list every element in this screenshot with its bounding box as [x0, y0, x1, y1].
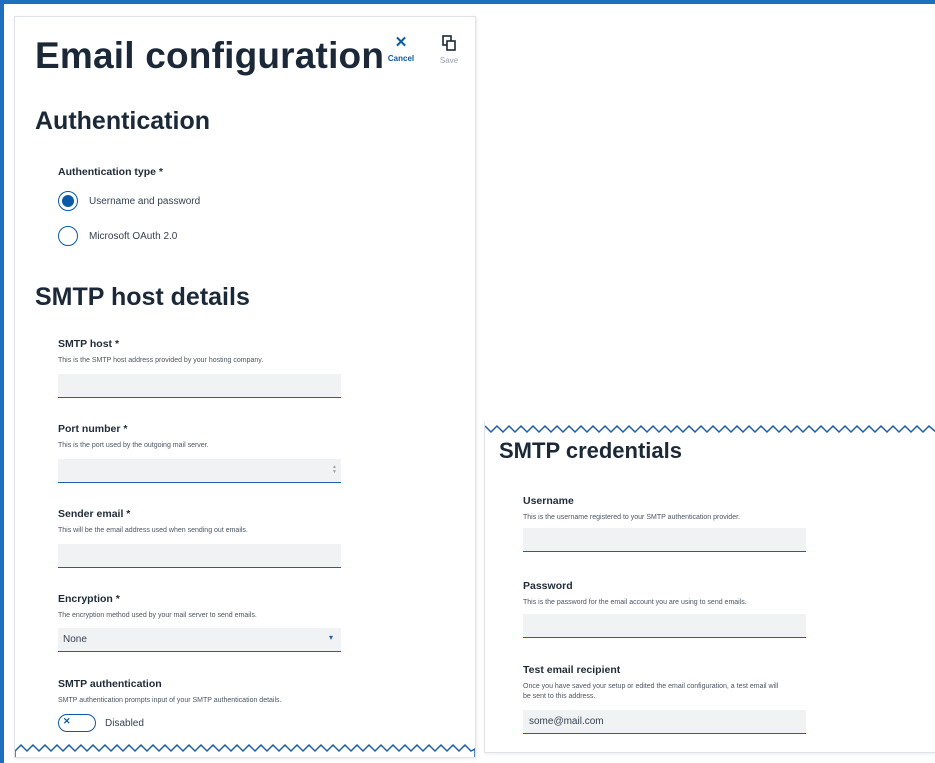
- sender-email-input[interactable]: [58, 544, 341, 568]
- username-input[interactable]: [523, 528, 806, 552]
- save-icon: [427, 35, 471, 55]
- test-email-recipient-label: Test email recipient: [523, 664, 621, 676]
- radio-microsoft-oauth[interactable]: Microsoft OAuth 2.0: [58, 224, 177, 248]
- spinner-icon[interactable]: ▲ ▼: [332, 465, 337, 475]
- save-label: Save: [439, 56, 459, 65]
- radio-username-password[interactable]: Username and password: [58, 189, 200, 213]
- username-help: This is the username registered to your …: [523, 514, 740, 521]
- smtp-host-help: This is the SMTP host address provided b…: [58, 357, 264, 364]
- cancel-label: Cancel: [387, 54, 415, 63]
- authentication-heading: Authentication: [35, 107, 210, 135]
- smtp-host-label: SMTP host *: [58, 338, 120, 350]
- window-left-border: [0, 0, 4, 763]
- encryption-help: The encryption method used by your mail …: [58, 612, 257, 619]
- password-label: Password: [523, 580, 573, 592]
- port-number-input[interactable]: ▲ ▼: [58, 459, 341, 483]
- email-configuration-panel: Email configuration ✕ Cancel Save Authen…: [14, 16, 476, 758]
- toggle-state-label: Disabled: [105, 718, 144, 729]
- window-top-border: [0, 0, 935, 4]
- radio-unchecked-icon: [58, 226, 78, 246]
- smtp-host-input[interactable]: [58, 374, 341, 398]
- encryption-value: None: [63, 634, 87, 645]
- smtp-authentication-help: SMTP authentication prompts input of you…: [58, 697, 282, 704]
- authentication-type-label: Authentication type *: [58, 166, 164, 178]
- cancel-button[interactable]: ✕ Cancel: [379, 33, 423, 63]
- username-label: Username: [523, 495, 574, 507]
- sender-email-help: This will be the email address used when…: [58, 527, 248, 534]
- radio-label: Microsoft OAuth 2.0: [89, 230, 178, 242]
- close-icon: ✕: [63, 716, 71, 726]
- smtp-authentication-label: SMTP authentication: [58, 678, 162, 690]
- radio-checked-icon: [58, 191, 78, 211]
- password-help: This is the password for the email accou…: [523, 599, 747, 606]
- radio-label: Username and password: [89, 195, 201, 207]
- close-icon: ✕: [394, 34, 408, 51]
- port-number-label: Port number *: [58, 423, 128, 435]
- smtp-credentials-heading: SMTP credentials: [499, 438, 682, 463]
- sender-email-label: Sender email *: [58, 508, 131, 520]
- smtp-credentials-panel: SMTP credentials Username This is the us…: [484, 422, 935, 753]
- password-input[interactable]: [523, 614, 806, 638]
- page-title: Email configuration: [35, 35, 385, 76]
- test-email-recipient-help: be sent to this address.: [523, 693, 596, 700]
- torn-edge-bottom: [15, 743, 475, 757]
- save-button[interactable]: Save: [427, 33, 471, 65]
- port-number-help: This is the port used by the outgoing ma…: [58, 442, 209, 449]
- torn-edge-top: [485, 424, 935, 434]
- test-email-recipient-help: Once you have saved your setup or edited…: [523, 683, 779, 690]
- encryption-label: Encryption *: [58, 593, 120, 605]
- encryption-select[interactable]: None ▾: [58, 628, 341, 652]
- test-email-recipient-input[interactable]: [523, 710, 806, 734]
- smtp-host-details-heading: SMTP host details: [35, 283, 250, 311]
- chevron-down-icon: ▾: [328, 633, 333, 642]
- smtp-authentication-toggle[interactable]: ✕: [58, 714, 96, 732]
